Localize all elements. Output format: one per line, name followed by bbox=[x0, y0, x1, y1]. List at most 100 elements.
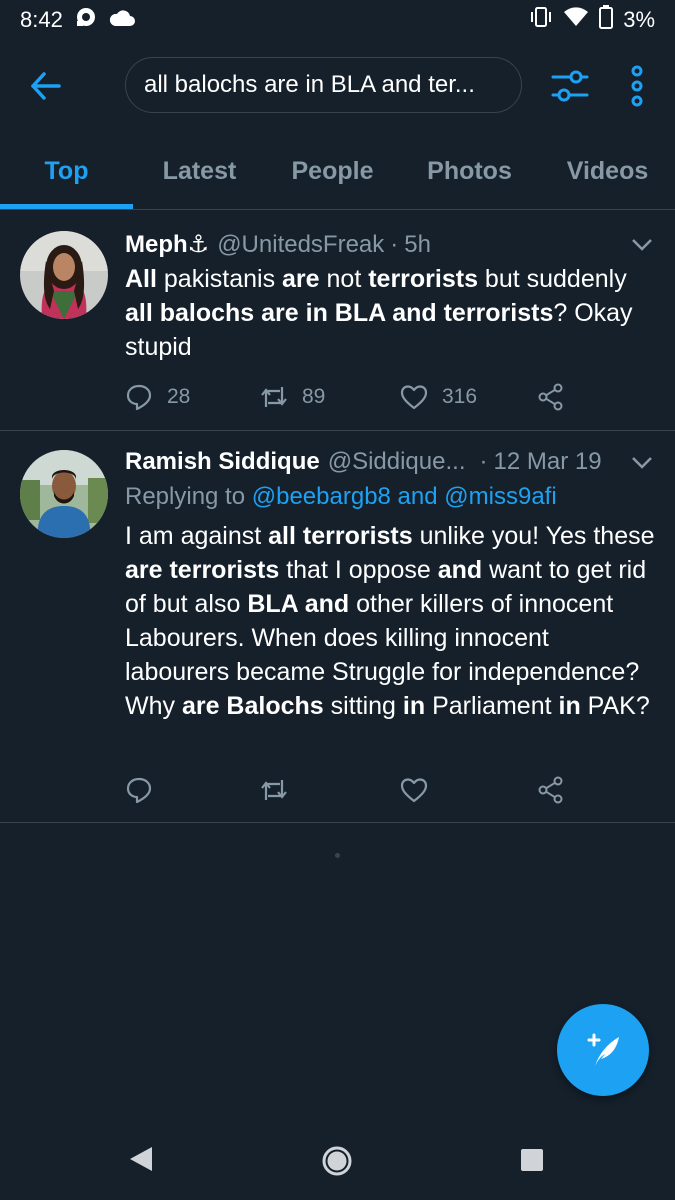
tweet-text-segment: and bbox=[437, 556, 483, 584]
chevron-down-icon bbox=[632, 457, 652, 469]
tweet[interactable]: Meph⚓ @UnitedsFreak · 5h All pakistanis … bbox=[0, 210, 675, 431]
mention-conjunction: and bbox=[390, 483, 445, 510]
tweet-text-segment: are terrorists bbox=[125, 556, 280, 584]
search-input[interactable]: all balochs are in BLA and ter... bbox=[125, 57, 522, 113]
tweet-text-segment: all terrorists bbox=[268, 522, 413, 550]
tweet-text-segment: in bbox=[402, 692, 426, 720]
tweet-actions bbox=[125, 770, 625, 810]
tweet-header: Meph⚓ @UnitedsFreak · 5h bbox=[125, 230, 655, 259]
reply-icon bbox=[126, 777, 152, 804]
tweet-menu-button[interactable] bbox=[631, 238, 653, 252]
share-button[interactable] bbox=[537, 770, 565, 810]
reply-count: 28 bbox=[167, 385, 191, 408]
tab-latest[interactable]: Latest bbox=[133, 132, 266, 210]
more-vertical-icon bbox=[631, 65, 643, 107]
user-handle[interactable]: @Siddique... bbox=[328, 448, 466, 476]
nav-home-button[interactable] bbox=[321, 1145, 353, 1182]
tweet-text: All pakistanis are not terrorists but su… bbox=[125, 262, 655, 364]
tweet-text-segment: are Balochs bbox=[181, 692, 324, 720]
search-filter-button[interactable] bbox=[550, 66, 590, 106]
search-query: all balochs are in BLA and ter... bbox=[144, 71, 475, 98]
status-bar: 8:42 3% bbox=[0, 0, 675, 40]
separator-dot: · bbox=[479, 448, 488, 475]
like-count: 316 bbox=[442, 385, 478, 408]
nav-recents-button[interactable] bbox=[520, 1148, 544, 1177]
share-button[interactable] bbox=[537, 377, 565, 417]
battery-percent: 3% bbox=[623, 7, 655, 32]
tweet-text-segment: sitting bbox=[323, 692, 403, 720]
like-button[interactable] bbox=[400, 770, 428, 810]
tweet-text: I am against all terrorists unlike you! … bbox=[125, 519, 655, 723]
tweet-text-segment: are bbox=[282, 265, 320, 293]
tweet-text-segment: that I oppose bbox=[279, 556, 438, 584]
user-handle[interactable]: @UnitedsFreak bbox=[217, 231, 384, 259]
replying-to: Replying to @beebargb8 and @miss9afi bbox=[125, 483, 557, 511]
sliders-icon bbox=[551, 70, 589, 102]
retweet-icon bbox=[261, 387, 287, 407]
tab-people[interactable]: People bbox=[266, 132, 399, 210]
avatar[interactable] bbox=[20, 450, 108, 538]
tab-top[interactable]: Top bbox=[0, 132, 133, 210]
tweet-time: 12 Mar 19 bbox=[493, 448, 602, 475]
tweet-menu-button[interactable] bbox=[631, 456, 653, 470]
compose-feather-icon bbox=[587, 1033, 619, 1066]
more-options-button[interactable] bbox=[625, 64, 649, 108]
search-tabs: Top Latest People Photos Videos bbox=[0, 132, 675, 210]
tweet-header: Ramish Siddique @Siddique... · 12 Mar 19 bbox=[125, 448, 655, 476]
nav-back-button[interactable] bbox=[128, 1145, 154, 1178]
compose-tweet-button[interactable] bbox=[557, 1004, 649, 1096]
wifi-icon bbox=[563, 7, 589, 33]
replying-to-label: Replying to bbox=[125, 483, 252, 510]
loading-indicator bbox=[335, 853, 340, 858]
heart-icon bbox=[400, 778, 428, 803]
tab-videos[interactable]: Videos bbox=[540, 132, 675, 210]
display-name[interactable]: Ramish Siddique bbox=[125, 448, 320, 476]
vibrate-icon bbox=[529, 6, 553, 34]
tweet-text-segment: PAK? bbox=[580, 692, 650, 720]
reply-button[interactable] bbox=[125, 770, 153, 810]
circle-home-icon bbox=[322, 1146, 352, 1176]
retweet-icon bbox=[261, 780, 287, 800]
retweet-count: 89 bbox=[302, 385, 326, 408]
avatar[interactable] bbox=[20, 231, 108, 319]
tweet-text-segment: but suddenly bbox=[477, 265, 627, 293]
cloud-icon bbox=[109, 7, 135, 33]
tweet-text-segment: in bbox=[558, 692, 581, 720]
tweet-text-segment: BLA and bbox=[247, 590, 350, 618]
reply-button[interactable]: 28 bbox=[125, 377, 190, 417]
back-arrow-icon bbox=[31, 72, 61, 100]
tab-photos[interactable]: Photos bbox=[399, 132, 540, 210]
triangle-back-icon bbox=[130, 1147, 152, 1171]
reply-icon bbox=[126, 384, 152, 411]
share-icon bbox=[538, 383, 563, 411]
tweet-text-segment: Parliament bbox=[425, 692, 559, 720]
heart-icon bbox=[400, 385, 428, 410]
tweet-time: 5h bbox=[404, 231, 431, 258]
search-header: all balochs are in BLA and ter... bbox=[0, 40, 675, 132]
tweet-text-segment: all balochs are in BLA and terrorists bbox=[125, 299, 554, 327]
tweet-text-segment: All bbox=[125, 265, 157, 293]
tweet[interactable]: Ramish Siddique @Siddique... · 12 Mar 19… bbox=[0, 431, 675, 823]
tweet-text-segment: not bbox=[319, 265, 369, 293]
display-name[interactable]: Meph⚓ bbox=[125, 230, 209, 259]
retweet-button[interactable]: 89 bbox=[260, 377, 325, 417]
tweet-text-segment: pakistanis bbox=[156, 265, 283, 293]
separator-dot: · bbox=[390, 231, 399, 258]
active-tab-indicator bbox=[0, 204, 133, 209]
mention-link[interactable]: @miss9afi bbox=[444, 483, 556, 510]
status-time: 8:42 bbox=[20, 7, 63, 32]
tweet-text-segment: terrorists bbox=[368, 265, 478, 293]
back-button[interactable] bbox=[28, 68, 64, 104]
mention-link[interactable]: @beebargb8 bbox=[252, 483, 391, 510]
chevron-down-icon bbox=[632, 239, 652, 251]
like-button[interactable]: 316 bbox=[400, 377, 477, 417]
share-icon bbox=[538, 776, 563, 804]
battery-icon bbox=[599, 5, 614, 35]
notification-icon bbox=[75, 6, 97, 34]
tweet-actions: 28 89 316 bbox=[125, 377, 625, 417]
system-navigation-bar bbox=[0, 1118, 675, 1200]
tweet-text-segment: I am against bbox=[125, 522, 269, 550]
tweet-text-segment: unlike you! Yes these bbox=[412, 522, 655, 550]
square-recents-icon bbox=[521, 1149, 543, 1171]
retweet-button[interactable] bbox=[260, 770, 288, 810]
